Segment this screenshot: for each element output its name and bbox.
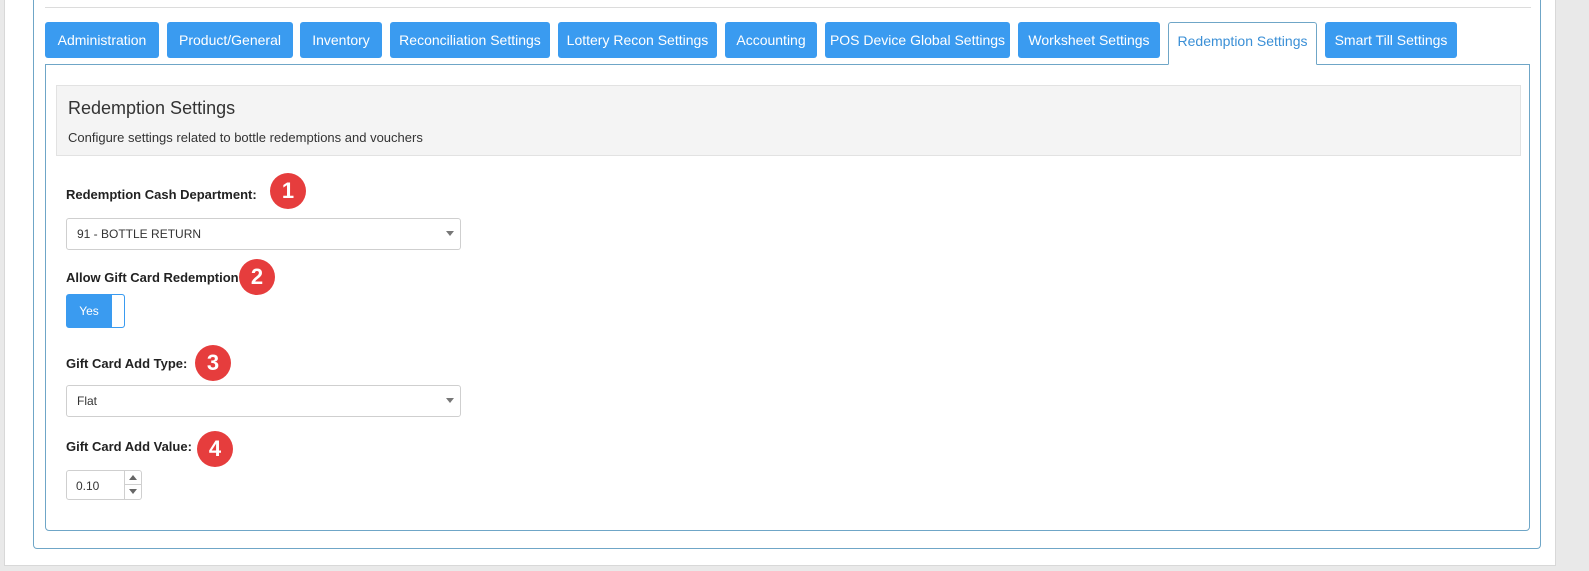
cash-department-select[interactable]: 91 - BOTTLE RETURN <box>66 218 461 250</box>
tab-smart-till-settings[interactable]: Smart Till Settings <box>1325 22 1457 58</box>
cash-department-label: Redemption Cash Department: <box>66 187 257 202</box>
tab-worksheet-settings[interactable]: Worksheet Settings <box>1018 22 1160 58</box>
gift-card-add-value-stepper[interactable]: 0.10 <box>66 470 142 500</box>
cash-department-value: 91 - BOTTLE RETURN <box>77 227 202 241</box>
content-panel: Administration Product/General Inventory… <box>4 0 1556 566</box>
tab-lottery-recon-settings[interactable]: Lottery Recon Settings <box>558 22 717 58</box>
tab-reconciliation-settings[interactable]: Reconciliation Settings <box>390 22 550 58</box>
stepper-buttons <box>124 471 141 499</box>
tab-inventory[interactable]: Inventory <box>300 22 382 58</box>
redemption-settings-panel: Redemption Settings Configure settings r… <box>45 64 1530 531</box>
gift-card-add-type-value: Flat <box>77 394 98 408</box>
callout-badge-4: 4 <box>197 431 233 467</box>
stepper-down-button[interactable] <box>125 485 141 499</box>
toggle-knob <box>111 295 124 327</box>
callout-badge-3: 3 <box>195 345 231 381</box>
toggle-on-label: Yes <box>79 304 99 318</box>
section-title: Redemption Settings <box>68 98 236 118</box>
stepper-up-button[interactable] <box>125 471 141 485</box>
caret-up-icon <box>129 475 137 480</box>
gift-card-add-type-select[interactable]: Flat <box>66 385 461 417</box>
chevron-down-icon <box>446 398 454 403</box>
gift-card-add-type-label: Gift Card Add Type: <box>66 356 188 371</box>
tab-administration[interactable]: Administration <box>45 22 159 58</box>
tab-accounting[interactable]: Accounting <box>725 22 817 58</box>
section-description: Configure settings related to bottle red… <box>68 130 423 145</box>
tab-redemption-settings[interactable]: Redemption Settings <box>1168 22 1317 65</box>
gift-card-redemption-toggle[interactable]: Yes <box>66 294 125 328</box>
tab-pos-device-global-settings[interactable]: POS Device Global Settings <box>825 22 1010 58</box>
tab-product-general[interactable]: Product/General <box>167 22 293 58</box>
gift-card-redemption-label: Allow Gift Card Redemption: <box>66 270 243 285</box>
page-background: Administration Product/General Inventory… <box>0 0 1589 571</box>
gift-card-add-value-input[interactable]: 0.10 <box>76 471 99 501</box>
gift-card-add-value-label: Gift Card Add Value: <box>66 439 192 454</box>
section-header: Redemption Settings Configure settings r… <box>56 85 1521 156</box>
caret-down-icon <box>129 489 137 494</box>
callout-badge-1: 1 <box>270 173 306 209</box>
chevron-down-icon <box>446 231 454 236</box>
callout-badge-2: 2 <box>239 259 275 295</box>
